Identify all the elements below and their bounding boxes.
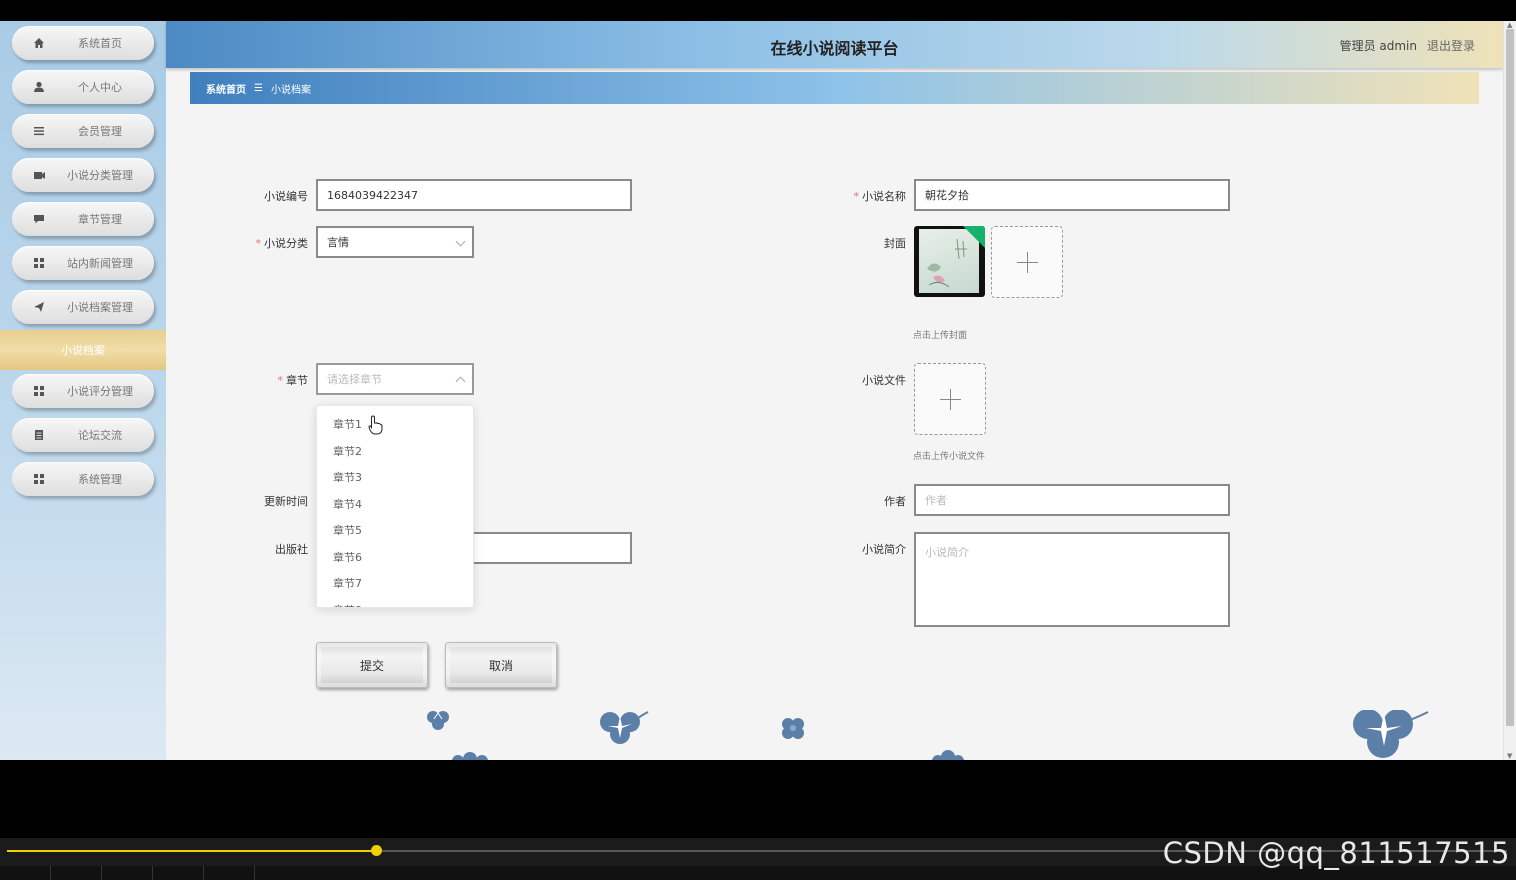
sidebar-item-label: 会员管理: [78, 125, 122, 138]
intro-textarea[interactable]: 小说简介: [914, 532, 1230, 627]
home-icon: [32, 36, 46, 50]
watermark-text: CSDN @qq_811517515: [1162, 836, 1510, 870]
app-window: 系统首页 个人中心 会员管理 小说分类管理 章节管理 站内新闻管理 小说档案管理…: [0, 21, 1516, 760]
flower-decoration-icon: [932, 750, 964, 760]
flower-decoration-icon: [427, 711, 449, 730]
flower-decoration-icon: [452, 752, 488, 760]
novel-no-label: 小说编号: [264, 190, 308, 203]
grid-icon: [32, 472, 46, 486]
sidebar-item-label: 系统首页: [78, 37, 122, 50]
video-icon: [32, 168, 46, 182]
required-mark: *: [853, 190, 860, 203]
sidebar-item-home[interactable]: 系统首页: [12, 26, 154, 60]
chapter-option[interactable]: 章节1: [317, 411, 473, 437]
cancel-button[interactable]: 取消: [445, 642, 557, 688]
scroll-down-icon[interactable]: ▼: [1507, 752, 1512, 760]
author-label: 作者: [884, 495, 906, 508]
sidebar-item-ratings[interactable]: 小说评分管理: [12, 374, 154, 408]
chapter-option[interactable]: 章节5: [317, 517, 473, 543]
required-mark: *: [277, 374, 284, 387]
sidebar-item-members[interactable]: 会员管理: [12, 114, 154, 148]
video-progress-knob[interactable]: [371, 845, 382, 856]
cover-corner-badge: [963, 226, 985, 248]
comment-icon: [32, 212, 46, 226]
sidebar-item-chapters[interactable]: 章节管理: [12, 202, 154, 236]
cover-upload-button[interactable]: [991, 226, 1063, 298]
breadcrumb-current: 小说档案: [270, 84, 311, 96]
sidebar-item-archives[interactable]: 小说档案管理: [12, 290, 154, 324]
breadcrumb-home[interactable]: 系统首页: [206, 81, 246, 96]
novel-file-label: 小说文件: [862, 374, 906, 387]
grid-icon: [32, 384, 46, 398]
document-icon: [32, 428, 46, 442]
sidebar-item-categories[interactable]: 小说分类管理: [12, 158, 154, 192]
video-progress-fill: [7, 850, 376, 852]
chapter-select[interactable]: 请选择章节: [316, 363, 474, 395]
breadcrumb: 系统首页 ☰ 小说档案: [190, 72, 1479, 104]
sidebar-item-label: 个人中心: [78, 81, 122, 94]
update-time-label: 更新时间: [264, 495, 308, 508]
sidebar-item-label: 小说档案管理: [67, 301, 133, 314]
sidebar-item-label: 站内新闻管理: [67, 257, 133, 270]
sidebar-item-label: 系统管理: [78, 473, 122, 486]
chevron-down-icon: [455, 236, 466, 247]
vertical-scrollbar[interactable]: ▲ ▼: [1503, 21, 1516, 760]
top-header: 在线小说阅读平台 管理员 admin 退出登录: [166, 21, 1503, 68]
scroll-up-icon[interactable]: ▲: [1507, 21, 1512, 29]
breadcrumb-separator-icon: ☰: [254, 82, 263, 94]
novel-name-input[interactable]: 朝花夕拾: [914, 179, 1230, 211]
chapter-dropdown: 章节1 章节2 章节3 章节4 章节5 章节6 章节7 章节8: [316, 405, 474, 608]
send-icon: [32, 300, 46, 314]
grid-icon: [32, 256, 46, 270]
sidebar-item-news[interactable]: 站内新闻管理: [12, 246, 154, 280]
novel-file-upload-button[interactable]: [914, 363, 986, 435]
sidebar-subitem-novel-archive[interactable]: 小说档案: [0, 330, 166, 370]
chevron-up-icon: [455, 376, 466, 387]
category-label: * 小说分类: [255, 237, 309, 250]
sidebar: 系统首页 个人中心 会员管理 小说分类管理 章节管理 站内新闻管理 小说档案管理…: [0, 21, 166, 760]
chapter-option[interactable]: 章节8: [317, 597, 473, 608]
sidebar-item-label: 章节管理: [78, 213, 122, 226]
chapter-option[interactable]: 章节6: [317, 544, 473, 570]
flower-decoration-icon: [782, 718, 804, 739]
dropdown-caret: [345, 406, 357, 411]
sidebar-item-system[interactable]: 系统管理: [12, 462, 154, 496]
sidebar-item-profile[interactable]: 个人中心: [12, 70, 154, 104]
author-input[interactable]: 作者: [914, 484, 1230, 516]
category-select[interactable]: 言情: [316, 226, 474, 258]
hand-cursor-icon: [368, 415, 383, 435]
flower-decoration-icon: [1353, 710, 1429, 758]
logout-link[interactable]: 退出登录: [1427, 37, 1475, 54]
sidebar-item-forum[interactable]: 论坛交流: [12, 418, 154, 452]
admin-label: 管理员 admin: [1339, 39, 1417, 53]
publisher-label: 出版社: [275, 543, 308, 556]
cover-label: 封面: [884, 237, 906, 250]
submit-button[interactable]: 提交: [316, 642, 428, 688]
list-icon: [32, 124, 46, 138]
sidebar-item-label: 论坛交流: [78, 429, 122, 442]
novel-name-label: * 小说名称: [853, 190, 907, 203]
user-icon: [32, 80, 46, 94]
chapter-option[interactable]: 章节2: [317, 438, 473, 464]
sidebar-item-label: 小说分类管理: [67, 169, 133, 182]
novel-no-input[interactable]: 1684039422347: [316, 179, 632, 211]
required-mark: *: [255, 237, 262, 250]
chapter-option[interactable]: 章节7: [317, 570, 473, 596]
chapter-option[interactable]: 章节3: [317, 464, 473, 490]
novel-file-upload-hint: 点击上传小说文件: [913, 452, 986, 462]
intro-label: 小说简介: [862, 543, 906, 556]
chapter-option[interactable]: 章节4: [317, 491, 473, 517]
flower-decoration-icon: [600, 711, 649, 744]
cover-thumbnail[interactable]: [914, 226, 985, 297]
chapter-label: * 章节: [277, 374, 309, 387]
site-title: 在线小说阅读平台: [770, 39, 899, 58]
sidebar-item-label: 小说评分管理: [67, 385, 133, 398]
scrollbar-thumb[interactable]: [1506, 29, 1514, 726]
cover-upload-hint: 点击上传封面: [913, 331, 968, 341]
